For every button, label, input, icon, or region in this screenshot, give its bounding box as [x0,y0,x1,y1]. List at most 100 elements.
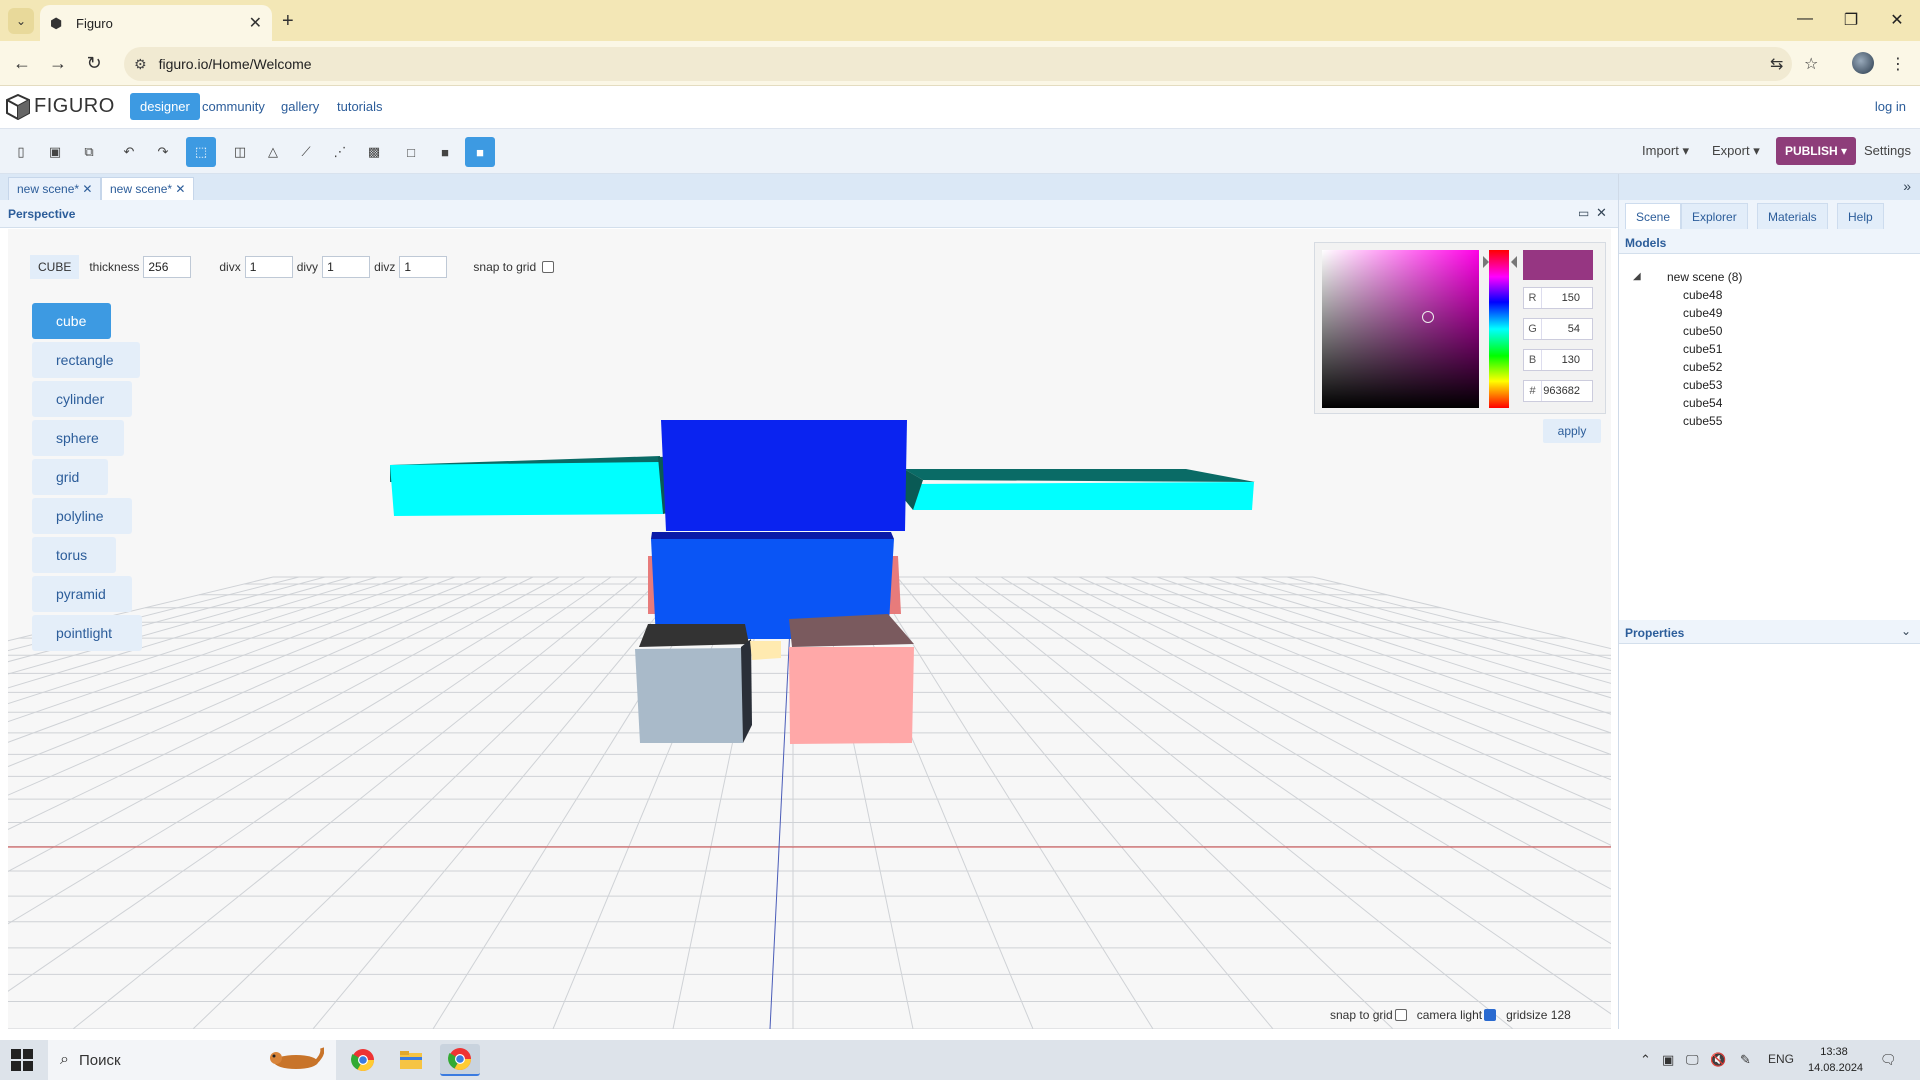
taskbar-clock[interactable]: 13:38 14.08.2024 [1808,1044,1863,1076]
tab-explorer[interactable]: Explorer [1681,203,1748,229]
primitive-rectangle[interactable]: rectangle [32,342,140,378]
red-channel-input[interactable]: R 150 [1523,287,1593,309]
settings-link[interactable]: Settings [1864,143,1911,158]
save-icon[interactable]: ▣ [40,137,70,167]
bookmark-star-icon[interactable]: ☆ [1804,54,1818,74]
minimize-icon[interactable]: — [1790,10,1820,28]
save-as-icon[interactable]: ⧉ [74,137,104,167]
saturation-value-area[interactable] [1322,250,1479,408]
shaded-view-icon[interactable]: ■ [465,137,495,167]
triangle-tool-icon[interactable]: △ [258,137,288,167]
network-icon[interactable]: 🖵 [1686,1052,1699,1068]
cube-grey-block[interactable] [635,624,752,743]
scene-tab-active[interactable]: new scene* ✕ [101,177,195,200]
divx-input[interactable]: 1 [244,256,293,278]
green-channel-input[interactable]: G 54 [1523,318,1593,340]
model-item[interactable]: cube48 [1683,288,1722,302]
primitive-sphere[interactable]: sphere [32,420,124,456]
scene-tab[interactable]: new scene* ✕ [8,177,102,200]
primitive-pyramid[interactable]: pyramid [32,576,132,612]
export-menu[interactable]: Export ▾ [1712,143,1760,159]
chrome-taskbar-icon[interactable] [343,1044,383,1076]
close-tab-icon[interactable]: ✕ [249,13,262,33]
site-info-icon[interactable]: ⚙ [134,56,147,73]
model-item[interactable]: cube50 [1683,324,1722,338]
forward-icon[interactable]: → [46,53,70,74]
url-input[interactable]: ⚙ figuro.io/Home/Welcome [124,47,1792,81]
login-link[interactable]: log in [1875,99,1906,114]
camera-light-checkbox[interactable] [1484,1009,1497,1021]
tab-help[interactable]: Help [1837,203,1884,229]
divz-input[interactable]: 1 [399,256,448,278]
close-window-icon[interactable]: ✕ [1882,10,1912,30]
wireframe-view-icon[interactable]: □ [396,137,426,167]
new-tab-icon[interactable]: + [282,10,294,33]
thickness-input[interactable]: 256 [143,256,192,278]
primitive-pointlight[interactable]: pointlight [32,615,142,651]
profile-avatar[interactable] [1852,52,1874,74]
primitive-cube[interactable]: cube [32,303,111,339]
cube-left-arm[interactable] [390,456,683,516]
import-menu[interactable]: Import ▾ [1642,143,1689,159]
apply-color-button[interactable]: apply [1543,419,1601,443]
primitive-grid[interactable]: grid [32,459,108,495]
color-cursor-handle[interactable] [1422,311,1434,323]
language-indicator[interactable]: ENG [1768,1052,1794,1066]
snap-to-grid-checkbox[interactable] [542,261,555,273]
windows-start-icon[interactable] [10,1048,34,1072]
reload-icon[interactable]: ↻ [82,53,106,74]
model-item[interactable]: cube55 [1683,414,1722,428]
cube-top-block[interactable] [661,420,907,531]
publish-button[interactable]: PUBLISH ▾ [1776,137,1856,165]
3d-viewport[interactable]: CUBE thickness 256 divx 1 divy 1 divz 1 … [8,229,1611,1029]
nav-tutorials[interactable]: tutorials [337,99,383,114]
texture-tool-icon[interactable]: ▩ [359,137,389,167]
divy-input[interactable]: 1 [322,256,371,278]
collapse-panel-icon[interactable]: » [1903,178,1911,194]
cube-yellow-sliver[interactable] [750,641,781,660]
scene-tree-root[interactable]: new scene (8) [1667,270,1742,284]
browser-menu-icon[interactable]: ⋮ [1890,54,1906,74]
select-tool-icon[interactable]: ⬚ [186,137,216,167]
tree-expand-icon[interactable]: ◢ [1633,271,1641,282]
hue-slider[interactable] [1489,250,1509,408]
nav-gallery[interactable]: gallery [281,99,319,114]
primitive-polyline[interactable]: polyline [32,498,132,534]
translate-icon[interactable]: ⇆ [1770,54,1783,74]
new-file-icon[interactable]: ▯ [6,137,36,167]
maximize-panel-icon[interactable]: ▭ [1578,206,1589,220]
volume-muted-icon[interactable]: 🔇 [1710,1052,1726,1068]
hex-input[interactable]: #963682 [1523,380,1593,402]
tab-scene[interactable]: Scene [1625,203,1682,229]
box-tool-icon[interactable]: ◫ [225,137,255,167]
close-panel-icon[interactable]: ✕ [1596,205,1607,221]
notifications-icon[interactable]: 🗨 [1880,1052,1897,1068]
app-logo-text[interactable]: FIGURO [34,95,115,118]
model-item[interactable]: cube51 [1683,342,1722,356]
chrome-active-taskbar-icon[interactable] [440,1044,480,1076]
primitive-cylinder[interactable]: cylinder [32,381,132,417]
close-tab-icon[interactable]: ✕ [82,182,92,196]
pen-icon[interactable]: ✎ [1740,1052,1751,1068]
file-explorer-taskbar-icon[interactable] [391,1044,431,1076]
back-icon[interactable]: ← [10,53,34,74]
model-item[interactable]: cube54 [1683,396,1722,410]
undo-icon[interactable]: ↶ [114,137,144,167]
blue-channel-input[interactable]: B 130 [1523,349,1593,371]
model-item[interactable]: cube52 [1683,360,1722,374]
model-item[interactable]: cube49 [1683,306,1722,320]
line-tool-icon[interactable]: ⟋ [291,137,321,167]
model-item[interactable]: cube53 [1683,378,1722,392]
tab-search-button[interactable]: ⌄ [8,8,34,34]
tray-chevron-up-icon[interactable]: ⌃ [1640,1052,1651,1068]
snap-to-grid-status-checkbox[interactable] [1394,1009,1407,1021]
cube-pink-block[interactable] [789,614,914,744]
close-tab-icon[interactable]: ✕ [175,182,185,196]
tray-app-icon[interactable]: ▣ [1662,1052,1674,1068]
cube-right-arm[interactable] [904,469,1255,510]
tab-materials[interactable]: Materials [1757,203,1828,229]
nav-community[interactable]: community [202,99,265,114]
browser-tab[interactable]: ⬢ Figuro ✕ [40,5,272,41]
vertex-tool-icon[interactable]: ⋰ [325,137,355,167]
primitive-torus[interactable]: torus [32,537,116,573]
